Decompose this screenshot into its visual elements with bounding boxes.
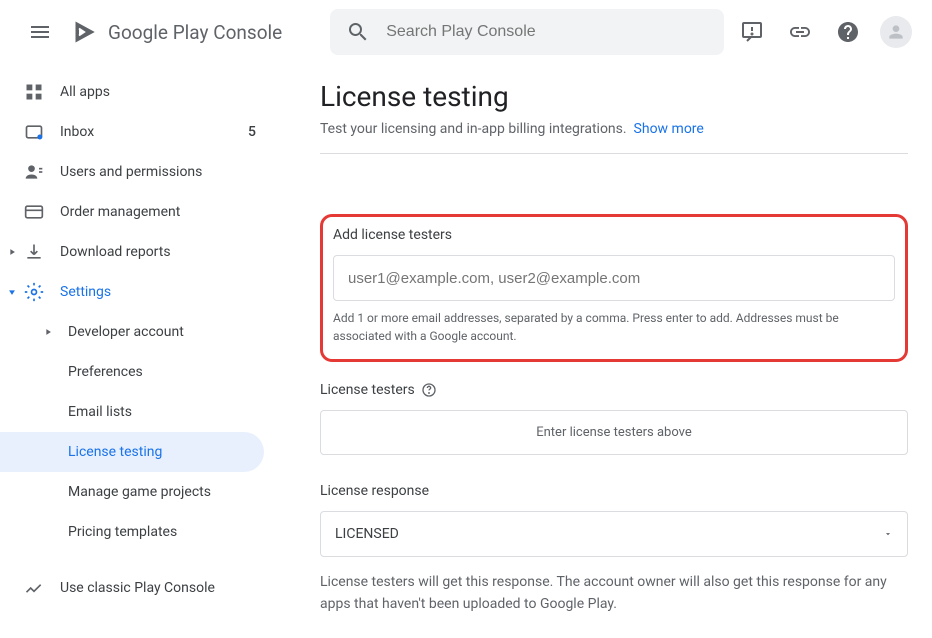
search-icon xyxy=(346,20,370,44)
gear-icon xyxy=(24,282,44,302)
link-button[interactable] xyxy=(780,12,820,52)
sidebar: All apps Inbox 5 Users and permissions O… xyxy=(0,64,280,638)
page-title: License testing xyxy=(320,80,908,113)
sidebar-label: Settings xyxy=(60,284,111,300)
sidebar-item-all-apps[interactable]: All apps xyxy=(0,72,280,112)
chart-icon xyxy=(24,578,44,598)
chevron-down-icon xyxy=(4,284,20,300)
sidebar-item-license-testing[interactable]: License testing xyxy=(0,432,264,472)
apps-icon xyxy=(24,82,44,102)
inbox-icon xyxy=(24,122,44,142)
feedback-icon xyxy=(740,20,764,44)
sidebar-item-classic-console[interactable]: Use classic Play Console xyxy=(0,568,280,608)
logo-text: Google Play Console xyxy=(108,21,282,44)
sidebar-label: Developer account xyxy=(68,324,184,340)
select-value: LICENSED xyxy=(335,526,399,542)
help-icon xyxy=(836,20,860,44)
sidebar-item-manage-games[interactable]: Manage game projects xyxy=(0,472,280,512)
card-icon xyxy=(24,202,44,222)
menu-button[interactable] xyxy=(16,8,64,56)
sidebar-item-inbox[interactable]: Inbox 5 xyxy=(0,112,280,152)
sidebar-item-email-lists[interactable]: Email lists xyxy=(0,392,280,432)
sidebar-item-developer-account[interactable]: Developer account xyxy=(0,312,280,352)
sidebar-item-pricing-templates[interactable]: Pricing templates xyxy=(0,512,280,552)
logo[interactable]: Google Play Console xyxy=(72,18,282,46)
sidebar-label: Order management xyxy=(60,204,180,220)
page-subtitle: Test your licensing and in-app billing i… xyxy=(320,121,908,137)
sidebar-label: All apps xyxy=(60,84,110,100)
main-content: License testing Test your licensing and … xyxy=(280,64,932,638)
divider xyxy=(320,153,908,154)
sidebar-item-preferences[interactable]: Preferences xyxy=(0,352,280,392)
menu-icon xyxy=(28,20,52,44)
sidebar-item-settings[interactable]: Settings xyxy=(0,272,280,312)
add-testers-label: Add license testers xyxy=(333,227,895,243)
account-button[interactable] xyxy=(876,12,916,52)
add-testers-helper: Add 1 or more email addresses, separated… xyxy=(333,309,895,345)
play-console-logo-icon xyxy=(72,18,100,46)
feedback-button[interactable] xyxy=(732,12,772,52)
sidebar-label: Email lists xyxy=(68,404,132,420)
sidebar-label: Download reports xyxy=(60,244,171,260)
testers-label: License testers xyxy=(320,382,908,398)
response-description: License testers will get this response. … xyxy=(320,571,908,616)
testers-empty-state: Enter license testers above xyxy=(320,410,908,455)
add-testers-input[interactable] xyxy=(333,255,895,301)
link-icon xyxy=(788,20,812,44)
search-input[interactable] xyxy=(386,23,708,41)
sidebar-item-orders[interactable]: Order management xyxy=(0,192,280,232)
dropdown-arrow-icon xyxy=(883,529,893,539)
sidebar-label: Preferences xyxy=(68,364,143,380)
avatar xyxy=(880,16,912,48)
download-icon xyxy=(24,242,44,262)
help-circle-icon[interactable] xyxy=(421,382,437,398)
license-response-select[interactable]: LICENSED xyxy=(320,511,908,557)
inbox-badge: 5 xyxy=(248,124,256,140)
sidebar-item-users[interactable]: Users and permissions xyxy=(0,152,280,192)
sidebar-label: Inbox xyxy=(60,124,94,140)
chevron-right-icon xyxy=(40,324,56,340)
users-icon xyxy=(24,162,44,182)
chevron-right-icon xyxy=(4,244,20,260)
sidebar-label: License testing xyxy=(68,444,162,460)
sidebar-label: Pricing templates xyxy=(68,524,177,540)
sidebar-item-downloads[interactable]: Download reports xyxy=(0,232,280,272)
person-icon xyxy=(886,22,906,42)
help-button[interactable] xyxy=(828,12,868,52)
sidebar-label: Use classic Play Console xyxy=(60,580,215,596)
sidebar-label: Manage game projects xyxy=(68,484,211,500)
add-testers-section: Add license testers Add 1 or more email … xyxy=(320,214,908,362)
sidebar-label: Users and permissions xyxy=(60,164,202,180)
search-bar[interactable] xyxy=(330,9,724,55)
response-label: License response xyxy=(320,483,908,499)
show-more-link[interactable]: Show more xyxy=(634,121,704,137)
